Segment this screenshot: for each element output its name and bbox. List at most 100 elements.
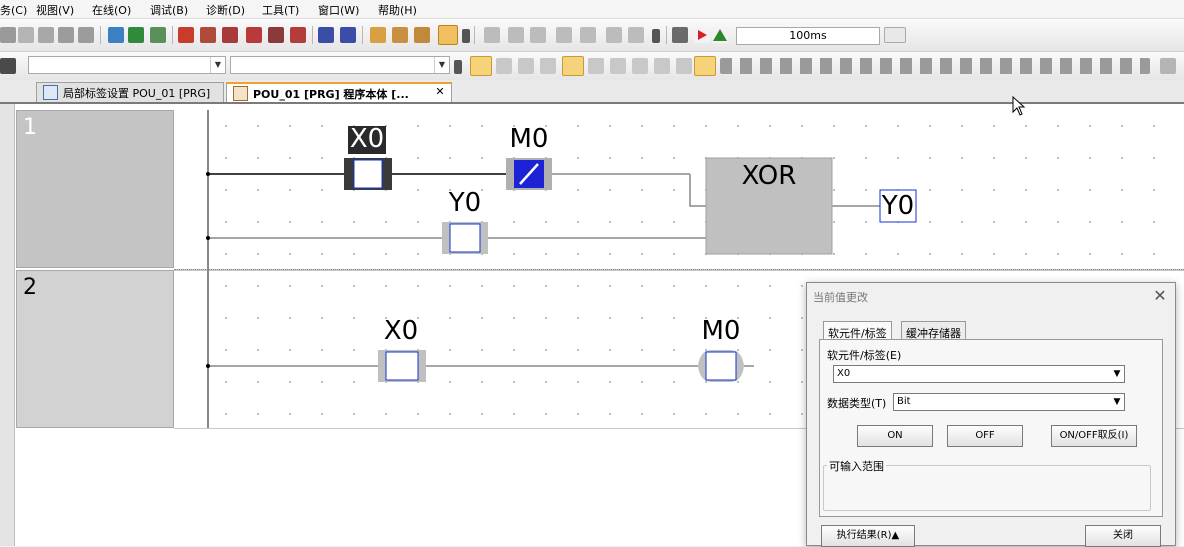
off-button[interactable]: OFF (947, 425, 1023, 447)
verify-plc-icon[interactable] (222, 27, 238, 43)
mouse-cursor-icon (1012, 96, 1026, 116)
toolbar-overflow-icon[interactable] (652, 29, 660, 43)
on-button[interactable]: ON (857, 425, 933, 447)
remote-operation-icon[interactable] (246, 27, 262, 43)
datatype-value: Bit (897, 396, 911, 407)
batch-monitor-icon[interactable] (414, 27, 430, 43)
ladder-edit-icon[interactable] (632, 58, 648, 74)
menu-item-diagnostics[interactable]: 诊断(D) (206, 2, 245, 18)
coil-m0[interactable] (698, 350, 744, 382)
ladder-tool-icon[interactable] (508, 27, 524, 43)
device-label-caption: 软元件/标签(E) (827, 349, 902, 362)
toolbar-more-icon[interactable] (1160, 58, 1176, 74)
chevron-down-icon: ▼ (210, 57, 225, 73)
ladder-edit-icon[interactable] (610, 58, 626, 74)
monitor-interval-field[interactable]: 100ms (736, 27, 880, 45)
ladder-tool-icon[interactable] (484, 27, 500, 43)
monitor-start-icon[interactable] (318, 27, 334, 43)
tab-program-body[interactable]: POU_01 [PRG] 程序本体 [... ✕ (226, 82, 452, 102)
toolbar-overflow-icon[interactable] (462, 29, 470, 43)
rung-wire (689, 174, 706, 207)
device-test-icon[interactable] (392, 27, 408, 43)
output-label: Y0 (881, 191, 915, 221)
chevron-down-icon: ▼ (434, 57, 449, 73)
select-mode-icon[interactable] (470, 56, 492, 76)
redo-icon[interactable] (78, 27, 94, 43)
watch-icon[interactable] (370, 27, 386, 43)
ladder-edit-icon[interactable] (654, 58, 670, 74)
copy-icon[interactable] (18, 27, 34, 43)
warning-icon[interactable] (712, 27, 728, 43)
ladder-edit-icon[interactable] (496, 58, 512, 74)
toolbar-separator (312, 26, 313, 44)
tab-label: 局部标签设置 POU_01 [PRG] (63, 87, 211, 100)
contact-m0-nc[interactable] (506, 158, 552, 190)
tab-local-labels[interactable]: 局部标签设置 POU_01 [PRG] (36, 82, 224, 102)
write-to-plc-icon[interactable] (178, 27, 194, 43)
simulation-icon[interactable] (438, 25, 458, 45)
menu-item-view[interactable]: 视图(V) (36, 2, 74, 18)
paste-icon[interactable] (38, 27, 54, 43)
menu-bar: 务(C) 视图(V) 在线(O) 调试(B) 诊断(D) 工具(T) 窗口(W)… (0, 0, 1184, 19)
menu-item-tools[interactable]: 工具(T) (262, 2, 299, 18)
ladder-edit-icon[interactable] (518, 58, 534, 74)
ladder-toolbar: ▼ ▼ (0, 52, 1184, 81)
delete-plc-data-icon[interactable] (268, 27, 284, 43)
toolbar-separator (100, 26, 101, 44)
chevron-down-icon: ▼ (1113, 369, 1121, 379)
ladder-edit-icon[interactable] (588, 58, 604, 74)
cut-icon[interactable] (0, 27, 16, 43)
comment-display-icon[interactable] (694, 56, 716, 76)
plc-memory-icon[interactable] (290, 27, 306, 43)
project-tree-icon[interactable] (0, 58, 16, 74)
undo-icon[interactable] (58, 27, 74, 43)
tab-buffer-memory[interactable]: 缓冲存储器 (901, 321, 966, 341)
ladder-edit-icon[interactable] (540, 58, 556, 74)
interval-setting-icon[interactable] (884, 27, 906, 43)
menu-item-online[interactable]: 在线(O) (92, 2, 131, 18)
toggle-on-off-button[interactable]: ON/OFF取反(I) (1051, 425, 1137, 447)
toolbar-overflow-icon[interactable] (454, 60, 462, 74)
menu-item-help[interactable]: 帮助(H) (378, 2, 417, 18)
ladder-tool-icon[interactable] (628, 27, 644, 43)
triangle-warning-icon (713, 29, 727, 41)
tab-label: POU_01 [PRG] 程序本体 [... (253, 88, 409, 101)
read-from-plc-icon[interactable] (200, 27, 216, 43)
label-selector-combo[interactable]: ▼ (230, 56, 450, 74)
contact-window (385, 351, 419, 381)
menu-item-debug[interactable]: 调试(B) (150, 2, 188, 18)
contact-label: Y0 (448, 188, 482, 218)
ladder-tool-icon[interactable] (530, 27, 546, 43)
monitor-stop-icon[interactable] (340, 27, 356, 43)
close-icon[interactable]: ✕ (433, 85, 447, 99)
function-block-label: XOR (741, 161, 797, 191)
close-icon[interactable]: ✕ (1151, 287, 1169, 305)
contact-y0[interactable] (442, 222, 488, 254)
ladder-tool-icon[interactable] (556, 27, 572, 43)
coil-window (705, 351, 737, 381)
toolbar-separator (666, 26, 667, 44)
rail-node (206, 364, 210, 368)
ladder-tool-icon[interactable] (580, 27, 596, 43)
menu-item-service[interactable]: 务(C) (0, 2, 27, 18)
contact-x0-rung2[interactable] (378, 350, 426, 382)
ladder-symbol-palette-icon[interactable] (720, 58, 1150, 74)
ladder-tool-icon[interactable] (606, 27, 622, 43)
device-label-input[interactable]: X0 ▼ (833, 365, 1125, 383)
device-read-icon[interactable] (108, 27, 124, 43)
ladder-edit-icon[interactable] (676, 58, 692, 74)
element-selector-combo[interactable]: ▼ (28, 56, 226, 74)
toolbar-separator (474, 26, 475, 44)
tab-device-label[interactable]: 软元件/标签 (823, 321, 892, 341)
toolbar-separator (172, 26, 173, 44)
menu-item-window[interactable]: 窗口(W) (318, 2, 359, 18)
verify-icon[interactable] (150, 27, 166, 43)
datatype-select[interactable]: Bit ▼ (893, 393, 1125, 411)
rail-node (206, 236, 210, 240)
modify-value-dialog: 当前值更改 ✕ 软元件/标签 缓冲存储器 软元件/标签(E) X0 ▼ 数据类型… (806, 282, 1176, 547)
contact-label: X0 (349, 124, 385, 154)
ladder-mode-icon[interactable] (562, 56, 584, 76)
sampling-trace-icon[interactable] (672, 27, 688, 43)
program-write-icon[interactable] (128, 27, 144, 43)
run-icon[interactable] (694, 27, 710, 43)
